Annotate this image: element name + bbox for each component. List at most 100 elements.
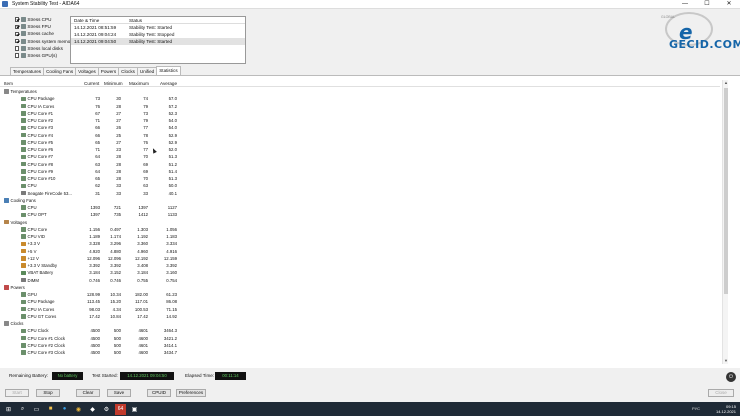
tab-voltages[interactable]: Voltages	[75, 67, 99, 75]
chrome-icon[interactable]: ◉	[73, 404, 84, 415]
table-row[interactable]: CPU Package 113.45 15.20 117.01 86.08	[0, 298, 720, 305]
search-icon[interactable]: ⌕	[17, 404, 28, 415]
logo-caption: GLOBAL	[661, 15, 676, 19]
table-row[interactable]: CPU GT Cores 17.42 10.84 17.42 14.92	[0, 313, 720, 320]
table-row[interactable]: CPU Core #1 67 27 73 52.3	[0, 110, 720, 117]
col-item[interactable]: Item	[4, 81, 13, 86]
sensor-icon	[21, 256, 26, 261]
stress-option[interactable]: Stress system memory	[15, 38, 74, 45]
table-row[interactable]: CPU Core #2 Clock 4500 500 4601 3414.1	[0, 342, 720, 349]
minimize-button[interactable]: —	[674, 0, 696, 9]
checkbox[interactable]	[15, 31, 20, 37]
clock[interactable]: 09:15 14.12.2021	[716, 404, 736, 414]
table-row[interactable]: CPU Core #8 63 28 69 51.2	[0, 161, 720, 168]
row-mn: 4.880	[110, 248, 121, 254]
stress-option[interactable]: Stress FPU	[15, 23, 67, 30]
table-row[interactable]: +5 V 4.920 4.880 4.960 4.916	[0, 248, 720, 255]
table-group-row[interactable]: Temperatures	[0, 88, 720, 95]
close-button[interactable]: Close	[708, 389, 734, 397]
table-row[interactable]: CPU OPT 1397 735 1412 1133	[0, 211, 720, 218]
table-group-row[interactable]: Cooling Fans	[0, 197, 720, 204]
table-group-row[interactable]: Powers	[0, 284, 720, 291]
tab-powers[interactable]: Powers	[97, 67, 120, 75]
cpuid-button[interactable]: CPUID	[147, 389, 171, 397]
table-row[interactable]: CPU 1393 721 1397 1127	[0, 204, 720, 211]
stress-option[interactable]: Stress CPU	[15, 16, 67, 23]
stress-option[interactable]: Stress local disks	[15, 45, 67, 52]
table-row[interactable]: CPU Core #1 Clock 4500 500 4600 3421.2	[0, 335, 720, 342]
stop-button[interactable]: Stop	[36, 389, 60, 397]
maximize-button[interactable]: ☐	[696, 0, 718, 9]
table-row[interactable]: +3.3 V Standby 3.392 3.392 3.408 3.392	[0, 262, 720, 269]
table-row[interactable]: CPU Package 73 30 74 57.0	[0, 95, 720, 102]
table-row[interactable]: CPU IA Cores 76 28 79 57.2	[0, 103, 720, 110]
table-row[interactable]: CPU IA Cores 98.03 4.34 100.53 71.15	[0, 306, 720, 313]
tab-temperatures[interactable]: Temperatures	[10, 67, 45, 75]
table-row[interactable]: CPU Core #3 Clock 4500 500 4600 3434.7	[0, 349, 720, 356]
stress-option[interactable]: Stress cache	[15, 30, 67, 37]
table-row[interactable]: VBAT Battery 3.184 3.152 3.184 3.160	[0, 269, 720, 276]
table-row[interactable]: CPU Core 1.156 0.497 1.303 1.056	[0, 226, 720, 233]
table-row[interactable]: CPU Core #9 64 28 69 51.4	[0, 168, 720, 175]
clear-button[interactable]: Clear	[76, 389, 100, 397]
col-current[interactable]: Current	[84, 81, 99, 86]
table-row[interactable]: CPU Core #6 71 23 77 52.0	[0, 146, 720, 153]
table-row[interactable]: Seagate FireCode 53... 31 33 33 40.1	[0, 190, 720, 197]
col-average[interactable]: Average	[160, 81, 177, 86]
task-view-icon[interactable]: ▭	[31, 404, 42, 415]
scroll-up-icon[interactable]: ▲	[723, 80, 729, 86]
scroll-thumb[interactable]	[724, 88, 728, 294]
table-row[interactable]: CPU Core #10 65 28 70 51.3	[0, 175, 720, 182]
table-row[interactable]: CPU Core #7 64 28 70 51.3	[0, 153, 720, 160]
scroll-down-icon[interactable]: ▼	[723, 358, 729, 364]
stress-option[interactable]: Stress GPU(s)	[15, 52, 67, 59]
table-row[interactable]: CPU 62 33 63 50.0	[0, 182, 720, 189]
log-row[interactable]: 14.12.2021 08:51:59 Stability Test: Start…	[71, 24, 245, 31]
edge-icon[interactable]: ●	[59, 404, 70, 415]
checkbox[interactable]	[15, 17, 20, 22]
table-row[interactable]: +3.3 V 3.328 3.296 3.360 3.334	[0, 240, 720, 247]
table-group-row[interactable]: Clocks	[0, 320, 720, 327]
checkbox[interactable]	[15, 53, 20, 58]
checkbox[interactable]	[15, 46, 20, 51]
app-icon-extra[interactable]: ▣	[129, 404, 140, 415]
row-av: 57.2	[168, 103, 177, 109]
table-row[interactable]: CPU Core #4 66 25 78 52.9	[0, 132, 720, 139]
table-row[interactable]: CPU Core #2 71 27 79 54.0	[0, 117, 720, 124]
vertical-scrollbar[interactable]: ▲ ▼	[722, 80, 728, 364]
start-button[interactable]: Start	[5, 389, 29, 397]
table-row[interactable]: CPU Core #5 65 27 76 52.9	[0, 139, 720, 146]
col-minimum[interactable]: Minimum	[104, 81, 123, 86]
tray-language[interactable]: РУС	[692, 406, 700, 411]
checkbox[interactable]	[15, 38, 20, 44]
col-maximum[interactable]: Maximum	[129, 81, 149, 86]
table-row[interactable]: CPU Core #3 66 26 77 54.0	[0, 124, 720, 131]
tab-statistics[interactable]: Statistics	[156, 66, 181, 75]
store-icon[interactable]: ◆	[87, 404, 98, 415]
aida64-taskbar-icon[interactable]: 64	[115, 403, 126, 415]
settings-icon[interactable]: ⚙	[101, 404, 112, 415]
tab-cooling-fans[interactable]: Cooling Fans	[43, 67, 77, 75]
table-row[interactable]: CPU Clock 4500 500 4601 3464.3	[0, 327, 720, 334]
row-av: 52.3	[168, 110, 177, 116]
tab-clocks[interactable]: Clocks	[118, 67, 138, 75]
explorer-icon[interactable]: ■	[45, 404, 56, 415]
table-row[interactable]: +12 V 12.096 12.096 12.192 12.159	[0, 255, 720, 262]
windows-start-icon[interactable]: ⊞	[3, 404, 14, 415]
close-window-button[interactable]: ✕	[718, 0, 740, 9]
row-name: +5 V	[27, 248, 37, 254]
tab-unified[interactable]: Unified	[136, 67, 158, 75]
log-row[interactable]: 14.12.2021 09:04:24 Stability Test: Stopp…	[71, 31, 245, 38]
log-header-status[interactable]: Status	[129, 18, 142, 23]
preferences-button[interactable]: Preferences	[176, 389, 206, 397]
table-group-row[interactable]: Voltages	[0, 219, 720, 226]
sensor-icon	[21, 241, 26, 247]
log-header-time[interactable]: Date & Time	[71, 18, 129, 23]
table-row[interactable]: CPU VID 1.189 1.174 1.192 1.183	[0, 233, 720, 240]
save-button[interactable]: Save	[107, 389, 131, 397]
table-row[interactable]: GPU 128.99 10.34 182.00 61.23	[0, 291, 720, 298]
row-mx: 1412	[138, 212, 148, 218]
checkbox[interactable]	[15, 24, 20, 29]
table-row[interactable]: DIMM 0.746 0.746 0.755 0.754	[0, 277, 720, 284]
log-row[interactable]: 14.12.2021 09:04:50 Stability Test: Start…	[71, 38, 245, 45]
